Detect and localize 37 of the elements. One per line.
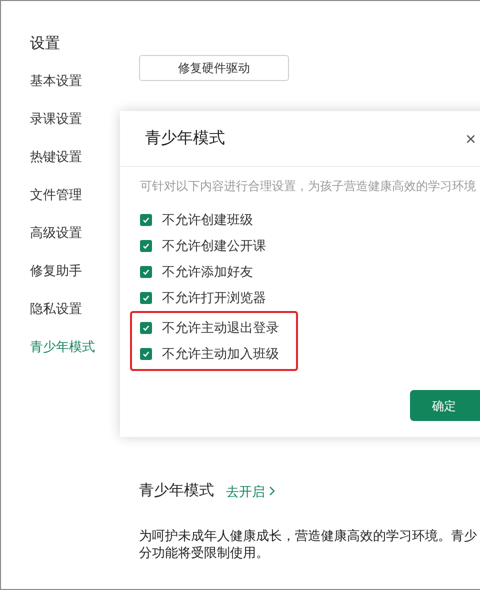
checkbox[interactable]: [140, 240, 152, 252]
check-icon: [142, 216, 150, 224]
description-text: 为呵护未成年人健康成长，营造健康高效的学习环境。青少: [139, 526, 478, 544]
check-icon: [142, 350, 150, 358]
checkbox[interactable]: [140, 322, 152, 334]
close-button[interactable]: ×: [465, 130, 476, 148]
check-icon: [142, 294, 150, 302]
sidebar-item[interactable]: 修复助手: [30, 260, 109, 298]
option-label: 不允许主动退出登录: [162, 319, 279, 338]
checkbox[interactable]: [140, 266, 152, 278]
check-icon: [142, 242, 150, 250]
checkbox[interactable]: [140, 292, 152, 304]
check-icon: [142, 324, 150, 332]
description-text: 分功能将受限制使用。: [139, 544, 270, 560]
sidebar-item[interactable]: 基本设置: [30, 70, 109, 108]
option-label: 不允许添加好友: [162, 263, 253, 282]
option-label: 不允许创建班级: [162, 211, 253, 230]
option-label: 不允许主动加入班级: [162, 345, 279, 364]
confirm-button[interactable]: 确定: [410, 390, 480, 421]
checkbox[interactable]: [140, 348, 152, 360]
enable-link[interactable]: 去开启: [226, 482, 275, 501]
chevron-right-icon: [269, 486, 275, 496]
repair-driver-button[interactable]: 修复硬件驱动: [139, 55, 289, 81]
sidebar-item[interactable]: 青少年模式: [30, 336, 109, 374]
check-icon: [142, 268, 150, 276]
option-label: 不允许打开浏览器: [162, 289, 266, 308]
sidebar-item[interactable]: 文件管理: [30, 184, 109, 222]
sidebar-item[interactable]: 热键设置: [30, 146, 109, 184]
checkbox[interactable]: [140, 214, 152, 226]
sidebar-title: 设置: [30, 34, 61, 54]
dialog-title: 青少年模式: [145, 128, 225, 148]
sidebar-item[interactable]: 高级设置: [30, 222, 109, 260]
sidebar-item[interactable]: 隐私设置: [30, 298, 109, 336]
option-label: 不允许创建公开课: [162, 237, 266, 256]
section-title: 青少年模式: [139, 481, 214, 501]
sidebar-item[interactable]: 录课设置: [30, 108, 109, 146]
dialog-description: 可针对以下内容进行合理设置，为孩子营造健康高效的学习环境: [140, 178, 477, 195]
